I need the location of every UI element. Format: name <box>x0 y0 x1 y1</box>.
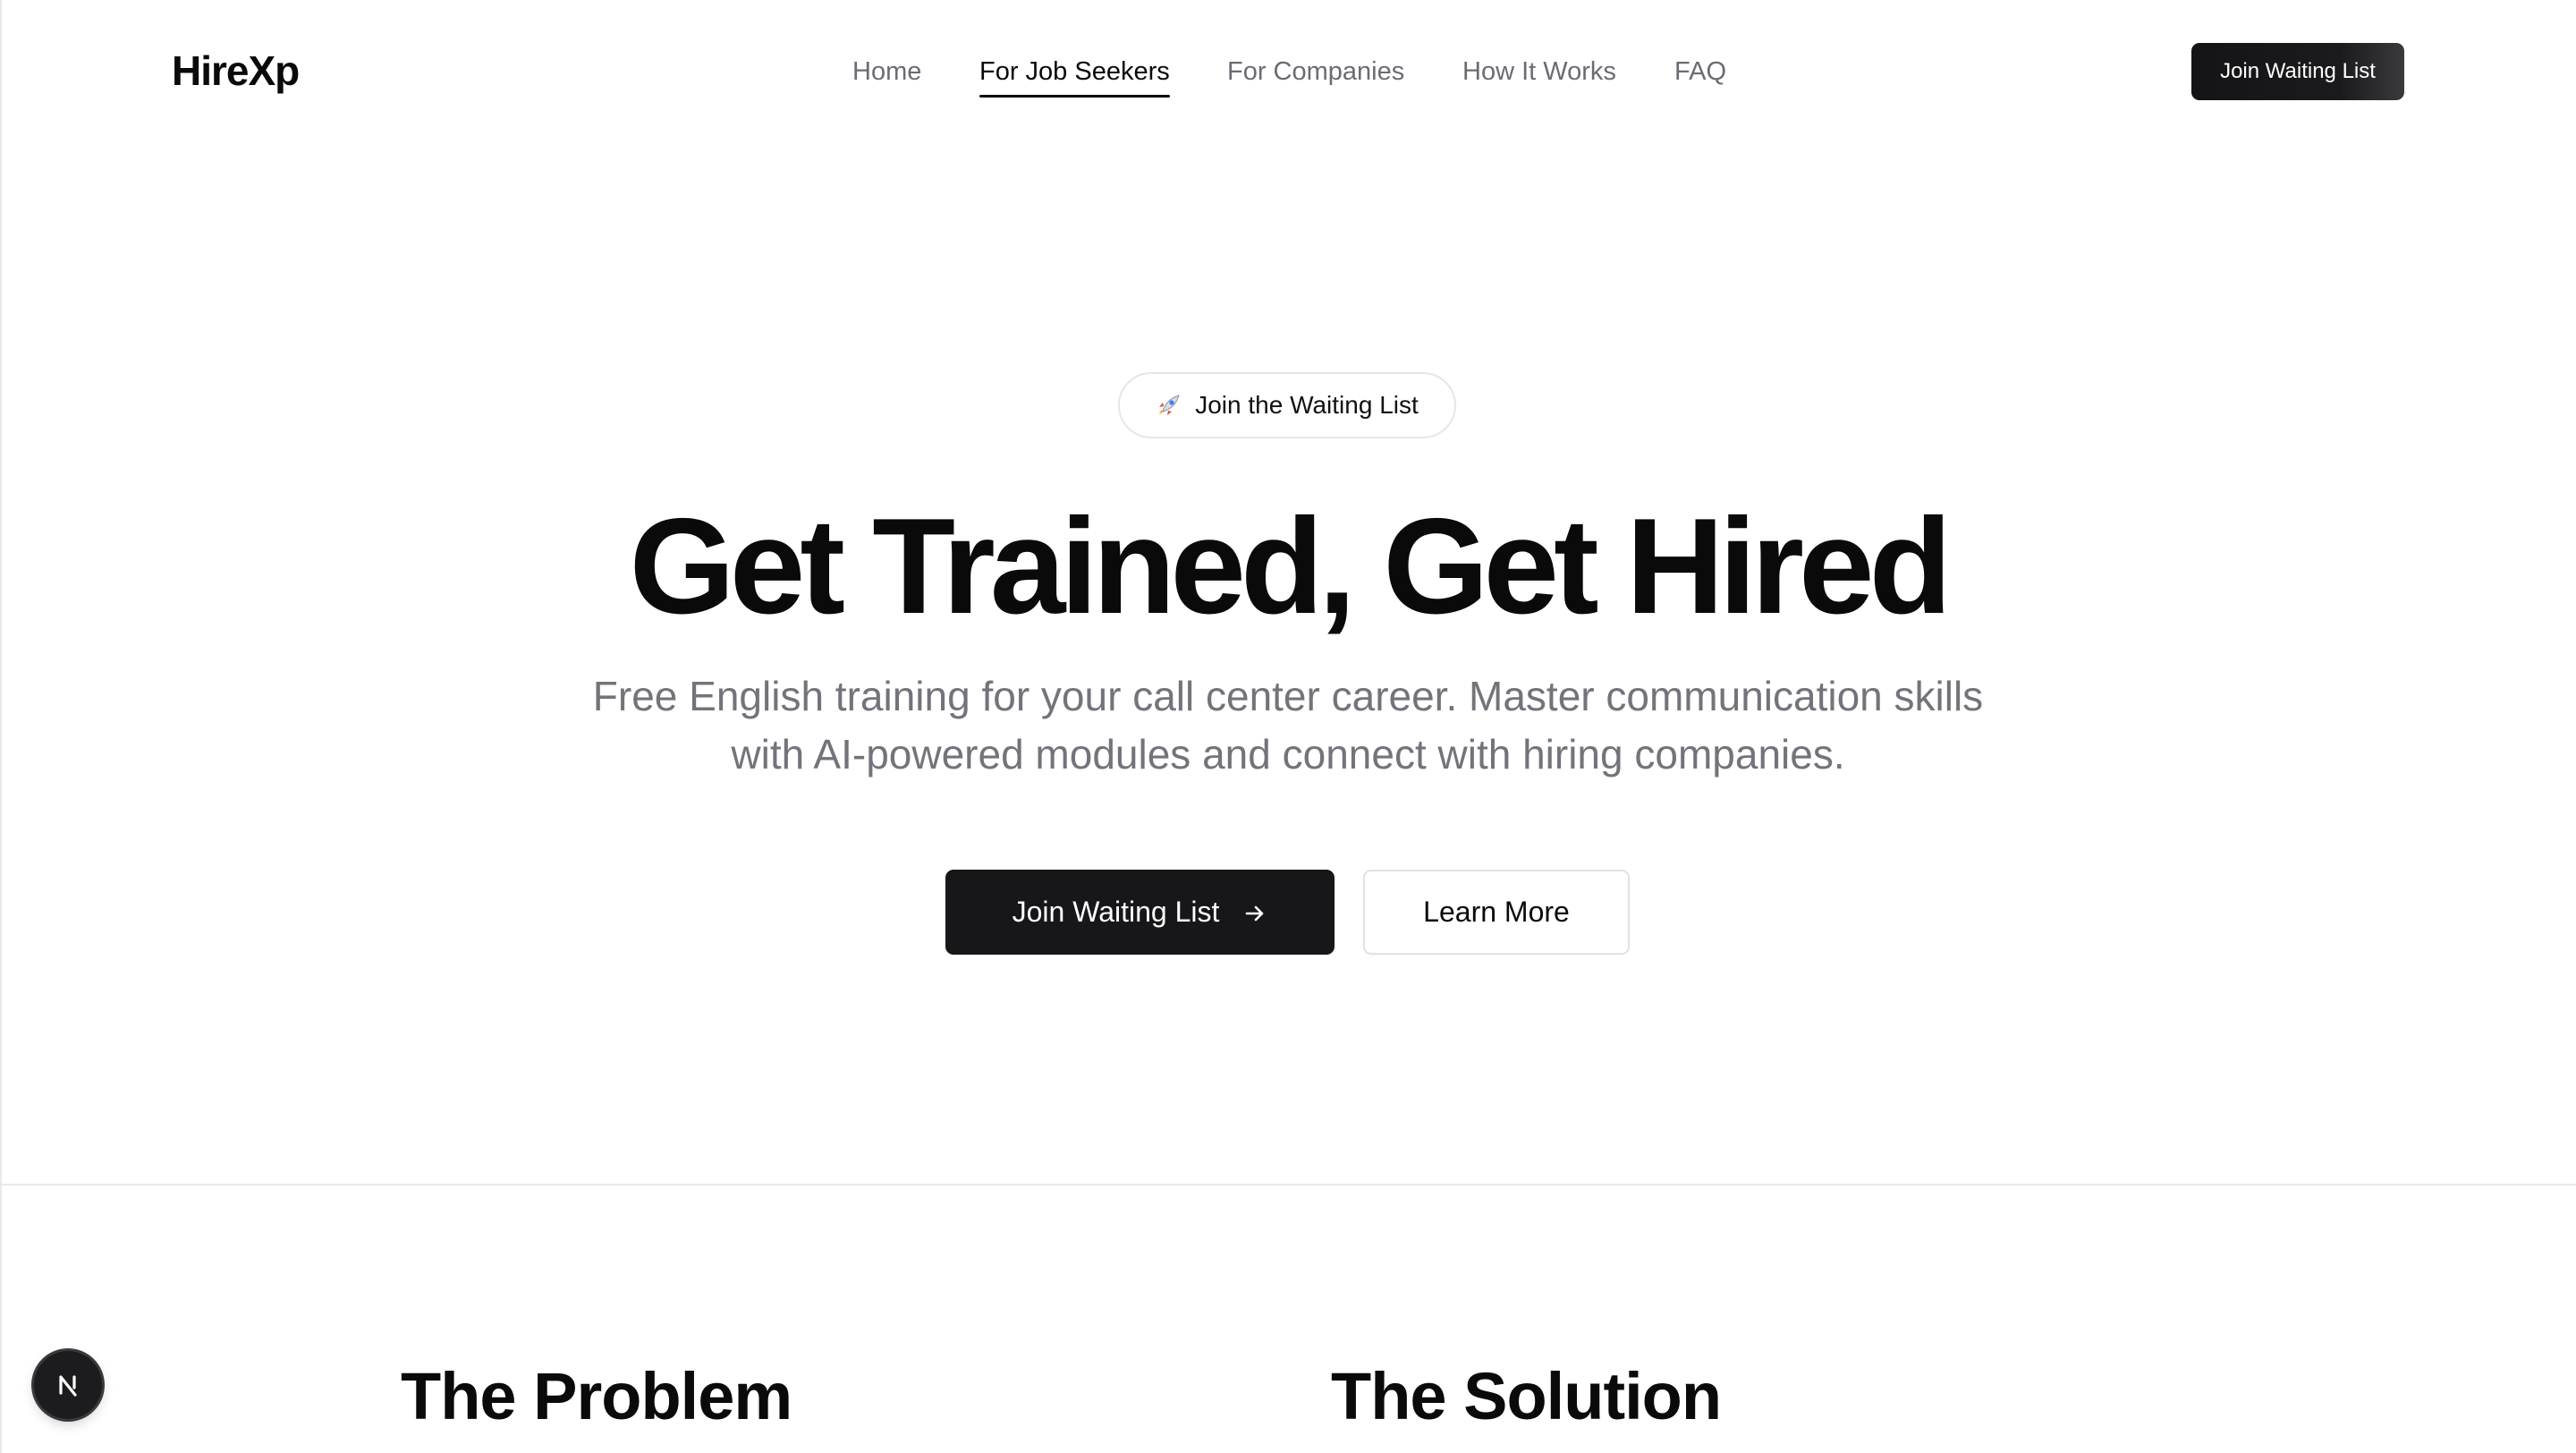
nav-for-companies[interactable]: For Companies <box>1227 57 1404 87</box>
hero-subtitle: Free English training for your call cent… <box>592 673 1984 777</box>
section-divider <box>0 1184 2576 1185</box>
page-edge <box>0 0 2 1453</box>
problem-heading: The Problem <box>401 1359 792 1433</box>
nextjs-dev-indicator[interactable] <box>34 1351 102 1419</box>
waiting-list-badge[interactable]: Join the Waiting List <box>1118 372 1456 438</box>
header-join-waiting-list-button[interactable]: Join Waiting List <box>2191 43 2404 100</box>
nav-faq[interactable]: FAQ <box>1674 57 1726 87</box>
solution-heading: The Solution <box>1331 1359 1722 1433</box>
learn-more-button[interactable]: Learn More <box>1363 870 1630 955</box>
nextjs-logo-icon <box>59 1375 77 1397</box>
join-waiting-list-label: Join Waiting List <box>1012 896 1220 928</box>
site-header: HireXp Home For Job Seekers For Companie… <box>0 0 2576 143</box>
arrow-right-icon <box>1242 900 1267 925</box>
nav-how-it-works[interactable]: How It Works <box>1462 57 1616 87</box>
main-nav: Home For Job Seekers For Companies How I… <box>0 0 2576 143</box>
join-waiting-list-button[interactable]: Join Waiting List <box>945 870 1335 955</box>
rocket-icon <box>1156 392 1182 419</box>
hero-title: Get Trained, Get Hired <box>629 490 1953 642</box>
nav-home[interactable]: Home <box>852 57 921 87</box>
badge-label: Join the Waiting List <box>1195 391 1419 419</box>
nav-for-job-seekers[interactable]: For Job Seekers <box>979 57 1170 98</box>
